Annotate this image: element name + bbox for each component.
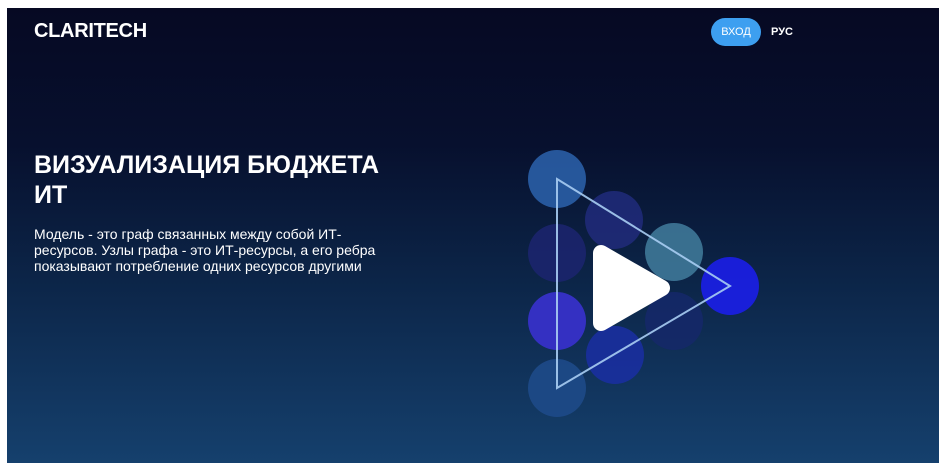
hero-description: Модель - это граф связанных между собой … <box>34 226 376 274</box>
login-button[interactable]: ВХОД <box>711 18 761 46</box>
video-player[interactable] <box>517 143 767 418</box>
language-switcher[interactable]: РУС <box>771 18 793 46</box>
graph-node <box>586 326 644 384</box>
graph-illustration <box>528 150 759 417</box>
hero-section: CLARITECH ВХОД РУС ВИЗУАЛИЗАЦИЯ БЮДЖЕТА … <box>7 8 939 463</box>
graph-node <box>585 191 643 249</box>
page-title: ВИЗУАЛИЗАЦИЯ БЮДЖЕТА ИТ <box>34 151 380 209</box>
logo[interactable]: CLARITECH <box>34 20 147 43</box>
